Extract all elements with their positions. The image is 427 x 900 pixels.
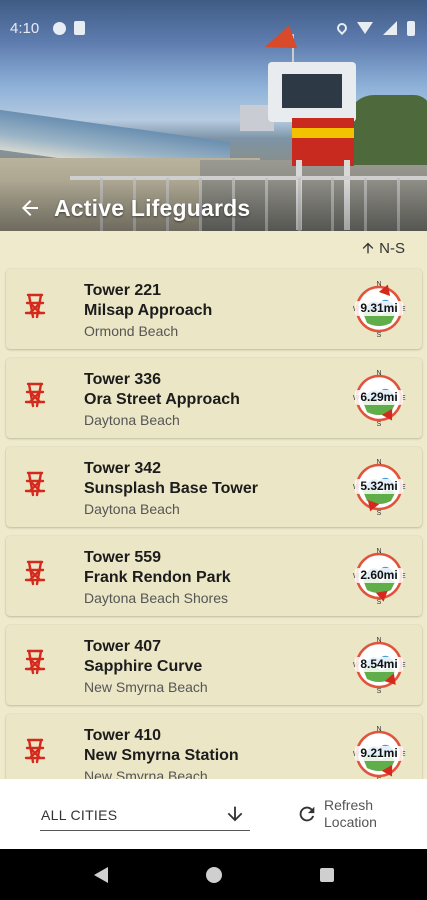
tower-location: New Smyrna Station — [84, 747, 239, 764]
tower-city: Daytona Beach — [84, 412, 180, 428]
tower-distance: 9.31mi — [355, 301, 403, 316]
app-bar: Active Lifeguards — [0, 186, 427, 230]
wifi-icon — [357, 22, 373, 34]
lifeguard-tower-icon — [24, 293, 46, 319]
compass-south-label: S — [377, 688, 382, 693]
location-icon — [334, 20, 350, 36]
tower-name: Tower 336 — [84, 371, 162, 388]
tower-location: Frank Rendon Park — [84, 569, 231, 586]
arrow-left-icon — [22, 200, 38, 216]
sort-bar: N-S — [0, 231, 427, 265]
compass-icon: N S W E 2.60mi — [351, 548, 407, 606]
status-bar: 4:10 — [0, 0, 427, 56]
city-filter-dropdown[interactable]: ALL CITIES — [40, 801, 250, 831]
lifeguard-tower-icon — [24, 382, 46, 408]
refresh-location-button[interactable]: Refresh Location — [296, 795, 416, 835]
lifeguard-tower-window — [282, 74, 342, 108]
compass-icon: N S W E 6.29mi — [351, 370, 407, 428]
tower-distance: 2.60mi — [355, 568, 403, 583]
compass-south-label: S — [377, 332, 382, 337]
refresh-location-label: Refresh Location — [324, 797, 377, 830]
compass-south-label: S — [377, 510, 382, 515]
nav-home-icon[interactable] — [205, 866, 222, 883]
tower-distance: 8.54mi — [355, 657, 403, 672]
tower-card[interactable]: Tower 342 Sunsplash Base Tower Daytona B… — [6, 447, 422, 527]
tower-city: New Smyrna Beach — [84, 679, 208, 695]
compass-north-label: N — [376, 281, 381, 288]
tower-name: Tower 407 — [84, 638, 162, 655]
lifeguard-tower-stripe — [292, 128, 354, 138]
tower-name: Tower 221 — [84, 282, 162, 299]
lifeguard-tower-icon — [24, 738, 46, 764]
tower-card[interactable]: Tower 336 Ora Street Approach Daytona Be… — [6, 358, 422, 438]
compass-south-label: S — [377, 599, 382, 604]
sort-label: N-S — [379, 239, 405, 257]
compass-south-label: S — [377, 421, 382, 426]
tower-city: Daytona Beach — [84, 501, 180, 517]
tower-name: Tower 342 — [84, 460, 162, 477]
arrow-up-icon — [362, 242, 374, 254]
status-time: 4:10 — [10, 19, 40, 37]
tower-card[interactable]: Tower 407 Sapphire Curve New Smyrna Beac… — [6, 625, 422, 705]
compass-north-label: N — [376, 637, 381, 644]
page-title: Active Lifeguards — [54, 194, 251, 221]
tower-name: Tower 559 — [84, 549, 162, 566]
compass-icon: N S W E 9.21mi — [351, 726, 407, 779]
compass-north-label: N — [376, 726, 381, 733]
sort-toggle[interactable]: N-S — [360, 240, 405, 257]
tower-list[interactable]: N-S Tower 221 Milsap Approach Ormond Bea… — [0, 231, 427, 779]
arrow-down-icon — [227, 806, 243, 822]
compass-north-label: N — [376, 459, 381, 466]
system-nav-bar — [0, 849, 427, 900]
tower-distance: 9.21mi — [355, 746, 403, 761]
lifeguard-tower-icon — [24, 560, 46, 586]
tower-city: Daytona Beach Shores — [84, 590, 228, 606]
nav-recents-icon[interactable] — [319, 867, 334, 882]
compass-icon: N S W E 9.31mi — [351, 281, 407, 339]
battery-icon — [407, 20, 415, 36]
tower-location: Milsap Approach — [84, 302, 213, 319]
compass-icon: N S W E 8.54mi — [351, 637, 407, 695]
notification-icon — [53, 21, 67, 35]
tower-distance: 5.32mi — [355, 479, 403, 494]
lifeguard-tower-icon — [24, 649, 46, 675]
tower-location: Sapphire Curve — [84, 658, 203, 675]
tower-name: Tower 410 — [84, 727, 162, 744]
lifeguard-tower-icon — [24, 471, 46, 497]
cell-signal-icon — [383, 21, 397, 35]
compass-north-label: N — [376, 548, 381, 555]
tower-card[interactable]: Tower 410 New Smyrna Station New Smyrna … — [6, 714, 422, 779]
bottom-bar: ALL CITIES Refresh Location — [0, 779, 427, 849]
tower-location: Sunsplash Base Tower — [84, 480, 258, 497]
nav-back-icon[interactable] — [93, 866, 108, 883]
city-filter-value: ALL CITIES — [41, 807, 118, 823]
tower-card[interactable]: Tower 221 Milsap Approach Ormond Beach N… — [6, 269, 422, 349]
tower-city: Ormond Beach — [84, 323, 179, 339]
header-image: 4:10 Active Lifeguards — [0, 0, 427, 231]
tower-distance: 6.29mi — [355, 390, 403, 405]
compass-icon: N S W E 5.32mi — [351, 459, 407, 517]
sd-card-icon — [74, 21, 86, 35]
compass-north-label: N — [376, 370, 381, 377]
refresh-icon — [299, 806, 315, 822]
tower-city: New Smyrna Beach — [84, 768, 208, 779]
lifeguard-tower-body — [292, 118, 354, 166]
tower-card[interactable]: Tower 559 Frank Rendon Park Daytona Beac… — [6, 536, 422, 616]
back-button[interactable] — [10, 188, 50, 228]
trees-scene — [350, 95, 427, 165]
tower-location: Ora Street Approach — [84, 391, 240, 408]
